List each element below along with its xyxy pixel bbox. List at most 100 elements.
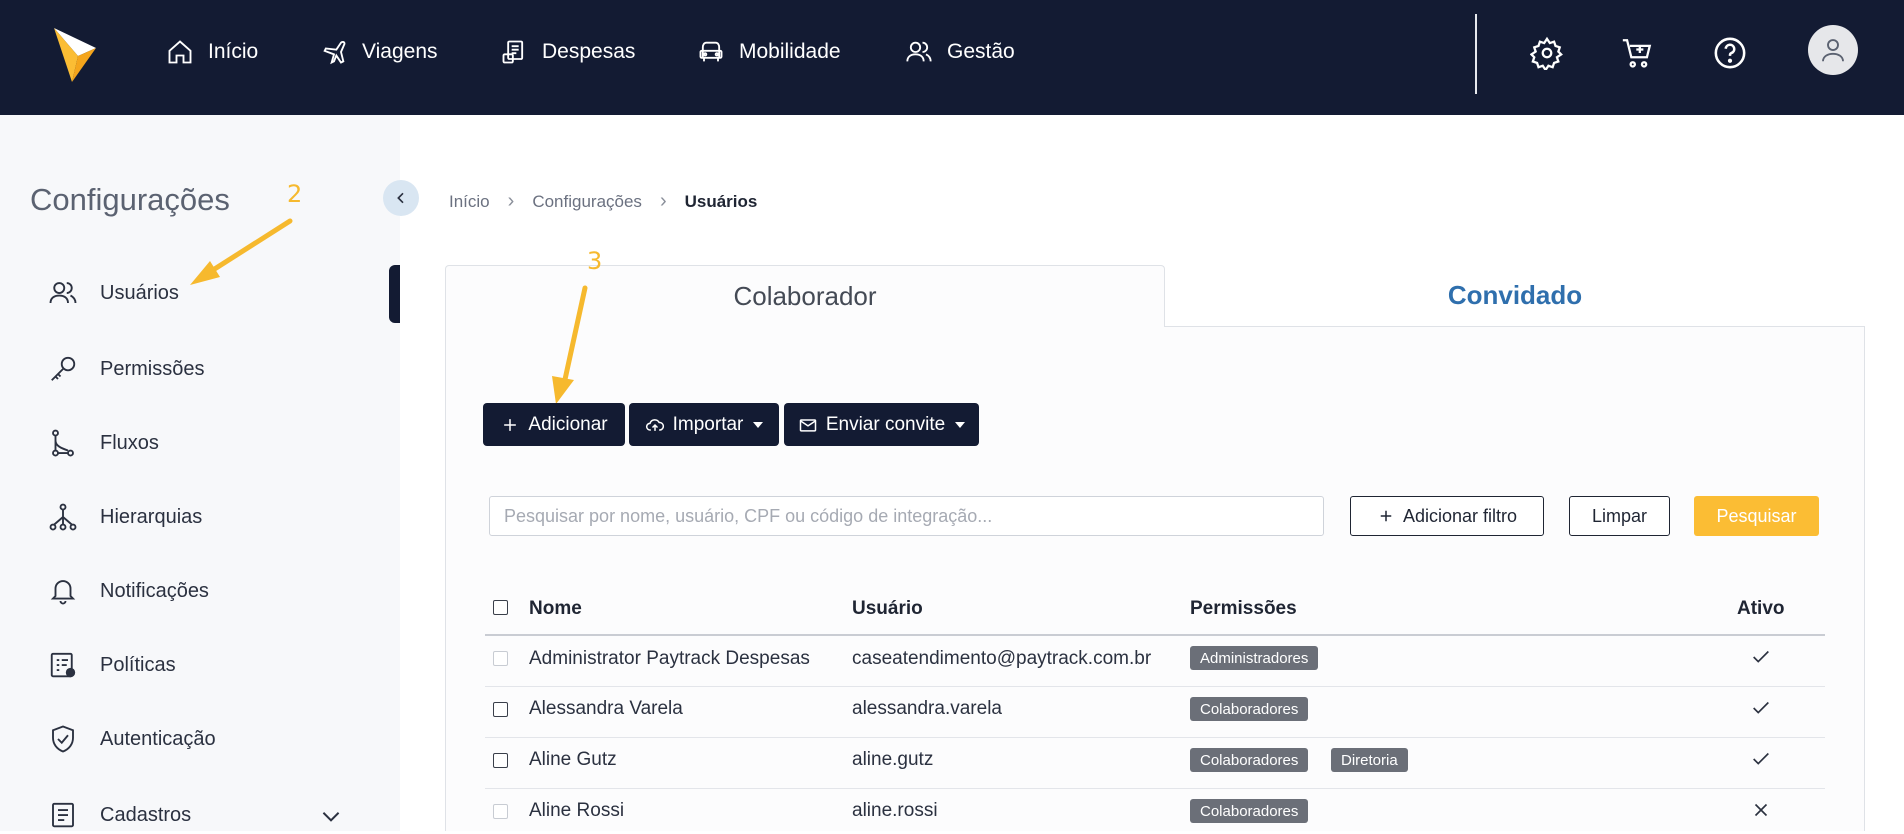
nav-item-inicio[interactable]: Início (166, 36, 258, 68)
sidebar-item-usuarios[interactable]: Usuários (48, 274, 179, 312)
cloud-upload-icon (645, 418, 664, 431)
row-checkbox[interactable] (493, 702, 508, 717)
sidebar-item-hierarquias[interactable]: Hierarquias (48, 498, 202, 536)
users-icon (906, 41, 932, 62)
sidebar-item-autenticacao[interactable]: Autenticação (48, 720, 216, 758)
sidebar-item-label: Usuários (100, 281, 179, 304)
annotation-arrow-icon (190, 218, 293, 285)
column-header-user[interactable]: Usuário (852, 598, 923, 620)
search-button[interactable]: Pesquisar (1694, 496, 1819, 536)
nav-divider (1475, 14, 1477, 94)
user-avatar[interactable] (1808, 25, 1858, 75)
caret-down-icon (955, 421, 966, 428)
clear-label: Limpar (1591, 505, 1648, 526)
paytrack-logo-icon[interactable] (52, 26, 98, 84)
table-cell-name: Aline Gutz (529, 749, 617, 770)
plus-icon (1380, 510, 1392, 522)
chevron-right-icon: › (659, 190, 667, 212)
table-cell-user: caseatendimento@paytrack.com.br (852, 648, 1152, 669)
sidebar-item-cadastros[interactable]: Cadastros (48, 796, 191, 834)
breadcrumb: Início › Configurações › Usuários (449, 190, 757, 213)
policy-icon (50, 652, 76, 678)
annotation-arrow-icon (552, 285, 588, 404)
tab-convidado[interactable]: Convidado (1165, 265, 1865, 327)
column-header-permissions[interactable]: Permissões (1190, 598, 1297, 620)
sidebar-item-permissoes[interactable]: Permissões (48, 350, 204, 388)
row-divider (485, 788, 1825, 789)
chevron-right-icon: › (507, 190, 515, 212)
table-cell-name: Alessandra Varela (529, 698, 683, 719)
sidebar-item-fluxos[interactable]: Fluxos (48, 424, 159, 462)
home-icon (168, 40, 192, 64)
sidebar-item-label: Hierarquias (100, 505, 203, 528)
sidebar-collapse-button[interactable] (383, 180, 419, 216)
check-icon (1753, 701, 1769, 714)
sidebar-item-label: Políticas (100, 653, 176, 676)
check-icon (1753, 752, 1769, 765)
user-avatar-icon (1822, 39, 1844, 62)
table-cell-user: aline.rossi (852, 800, 938, 821)
permission-badge: Colaboradores (1190, 748, 1309, 772)
permission-badge: Administradores (1190, 646, 1319, 670)
annotation-number-3: 3 (587, 247, 603, 275)
plus-icon (504, 418, 517, 431)
column-header-active[interactable]: Ativo (1737, 598, 1785, 620)
row-checkbox[interactable] (493, 753, 508, 768)
permission-badge: Colaboradores (1190, 799, 1309, 823)
column-header-name[interactable]: Nome (529, 598, 582, 620)
table-cell-user: alessandra.varela (852, 698, 1002, 719)
add-user-button[interactable]: Adicionar (483, 403, 625, 446)
breadcrumb-item-inicio[interactable]: Início (449, 192, 490, 212)
key-icon (51, 356, 76, 381)
breadcrumb-item-configuracoes[interactable]: Configurações (532, 192, 642, 212)
tab-panel (445, 326, 1865, 831)
send-invite-label: Enviar convite (825, 413, 946, 435)
gear-icon[interactable] (1530, 36, 1564, 70)
table-cell-name: Aline Rossi (529, 800, 625, 821)
check-icon (1753, 650, 1769, 663)
sidebar-title: Configurações (30, 182, 230, 217)
row-checkbox[interactable] (493, 651, 508, 666)
car-icon (699, 41, 723, 62)
add-filter-button[interactable]: Adicionar filtro (1350, 496, 1544, 536)
top-navigation-bar: Início Viagens Despesas Mobilidade Gestã… (0, 0, 1904, 115)
send-invite-button[interactable]: Enviar convite (784, 403, 979, 446)
help-icon[interactable] (1713, 36, 1747, 70)
nav-item-gestao[interactable]: Gestão (905, 36, 1015, 68)
close-icon (1754, 803, 1768, 817)
breadcrumb-current: Usuários (684, 191, 758, 211)
table-cell-user: aline.gutz (852, 749, 934, 770)
nav-item-despesas[interactable]: Despesas (500, 36, 635, 68)
chevron-left-icon (397, 192, 404, 204)
table-header-divider (485, 634, 1825, 636)
select-all-checkbox[interactable] (493, 600, 508, 615)
add-filter-label: Adicionar filtro (1402, 505, 1518, 526)
permission-badge: Diretoria (1331, 748, 1408, 772)
nav-item-mobilidade[interactable]: Mobilidade (697, 36, 841, 68)
register-icon (52, 802, 74, 828)
search-input[interactable] (489, 496, 1324, 536)
cart-icon[interactable] (1620, 36, 1654, 70)
sidebar-item-label: Autenticação (100, 727, 216, 750)
table-cell-name: Administrator Paytrack Despesas (529, 648, 810, 669)
import-button[interactable]: Importar (629, 403, 779, 446)
nav-item-label: Despesas (542, 40, 636, 63)
nav-item-label: Viagens (362, 40, 438, 63)
nav-item-viagens[interactable]: Viagens (320, 36, 438, 68)
clear-button[interactable]: Limpar (1569, 496, 1670, 536)
nav-item-label: Início (208, 40, 259, 63)
nav-item-label: Gestão (947, 40, 1015, 63)
sidebar-item-politicas[interactable]: Políticas (48, 646, 176, 684)
sidebar-item-label: Fluxos (100, 431, 159, 454)
annotation-number-2: 2 (287, 180, 303, 208)
hierarchy-icon (49, 503, 77, 531)
permission-badge: Colaboradores (1190, 697, 1309, 721)
sidebar-item-label: Notificações (100, 579, 209, 602)
row-checkbox[interactable] (493, 804, 508, 819)
sidebar-item-notificacoes[interactable]: Notificações (48, 572, 209, 610)
sidebar-item-label: Permissões (100, 357, 205, 380)
plane-icon (323, 40, 346, 65)
chevron-down-icon[interactable] (318, 803, 344, 829)
sidebar-item-label: Cadastros (100, 803, 192, 826)
caret-down-icon (753, 421, 764, 428)
